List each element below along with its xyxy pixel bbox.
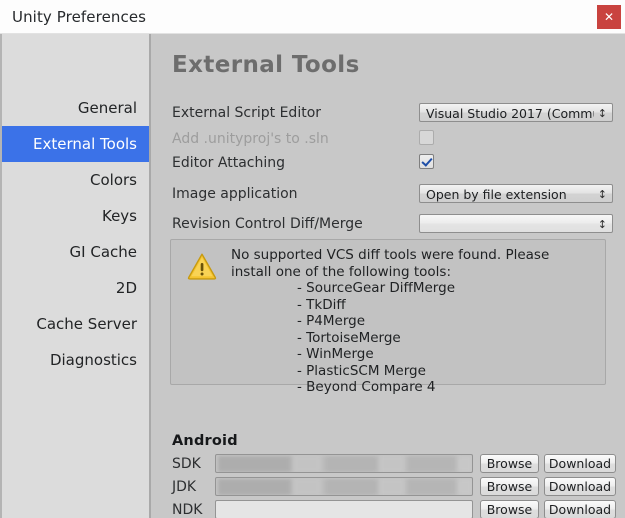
- dropdown-image-application-value: Open by file extension: [426, 187, 567, 202]
- updown-arrows-icon: ↕: [597, 107, 607, 120]
- row-android-jdk: JDK Browse Download: [151, 477, 625, 497]
- warning-line-2: install one of the following tools:: [231, 263, 451, 280]
- warning-line-1: No supported VCS diff tools were found. …: [231, 247, 550, 263]
- warning-tool-item: - PlasticSCM Merge: [297, 362, 426, 379]
- label-add-unityproj-to-sln: Add .unityproj's to .sln: [172, 131, 329, 147]
- input-android-ndk-path[interactable]: [215, 500, 473, 518]
- warning-tool-item: - TortoiseMerge: [297, 329, 401, 346]
- warning-tool-item: - TkDiff: [297, 296, 346, 313]
- preferences-content-pane: External Tools External Script Editor Vi…: [151, 34, 625, 518]
- warning-triangle-icon: [187, 253, 217, 280]
- field-row-external-script-editor: External Script Editor Visual Studio 201…: [151, 103, 625, 125]
- sidebar-item-external-tools[interactable]: External Tools: [2, 126, 149, 162]
- browse-button-ndk[interactable]: Browse: [480, 500, 539, 518]
- close-icon[interactable]: ✕: [597, 5, 621, 29]
- sidebar-item-gi-cache[interactable]: GI Cache: [2, 234, 149, 270]
- section-title-android: Android: [172, 433, 238, 449]
- input-android-sdk-path[interactable]: [215, 454, 473, 473]
- warning-tool-item: - SourceGear DiffMerge: [297, 280, 455, 296]
- dropdown-external-script-editor[interactable]: Visual Studio 2017 (Commu ↕: [419, 103, 613, 122]
- row-android-ndk: NDK Browse Download: [151, 500, 625, 518]
- window-title: Unity Preferences: [12, 8, 147, 26]
- download-button-sdk[interactable]: Download: [544, 454, 616, 473]
- input-android-jdk-path[interactable]: [215, 477, 473, 496]
- dropdown-external-script-editor-value: Visual Studio 2017 (Commu: [426, 106, 594, 121]
- label-android-ndk: NDK: [172, 502, 203, 518]
- warning-tool-item: - P4Merge: [297, 313, 366, 329]
- dropdown-revision-control-diff-merge[interactable]: ↕: [419, 214, 613, 233]
- updown-arrows-icon: ↕: [597, 188, 607, 201]
- sidebar-item-2d[interactable]: 2D: [2, 270, 149, 306]
- checkbox-editor-attaching[interactable]: [419, 154, 434, 169]
- vcs-warning-text: No supported VCS diff tools were found. …: [231, 247, 597, 396]
- title-bar: Unity Preferences ✕: [0, 0, 625, 34]
- browse-button-sdk[interactable]: Browse: [480, 454, 539, 473]
- label-android-jdk: JDK: [172, 479, 197, 495]
- sidebar-item-cache-server[interactable]: Cache Server: [2, 306, 149, 342]
- field-row-editor-attaching: Editor Attaching: [151, 153, 625, 175]
- download-button-jdk[interactable]: Download: [544, 477, 616, 496]
- sidebar-item-diagnostics[interactable]: Diagnostics: [2, 342, 149, 378]
- field-row-add-unityproj: Add .unityproj's to .sln: [151, 129, 625, 151]
- vcs-warning-box: No supported VCS diff tools were found. …: [170, 239, 606, 395]
- page-title: External Tools: [172, 52, 360, 78]
- window-body: General External Tools Colors Keys GI Ca…: [0, 34, 625, 518]
- unity-preferences-window: Unity Preferences ✕ General External Too…: [0, 0, 625, 518]
- field-row-image-application: Image application Open by file extension…: [151, 184, 625, 206]
- label-android-sdk: SDK: [172, 456, 201, 472]
- field-row-revision-control-diff-merge: Revision Control Diff/Merge ↕: [151, 214, 625, 236]
- label-editor-attaching: Editor Attaching: [172, 155, 285, 171]
- download-button-ndk[interactable]: Download: [544, 500, 616, 518]
- label-external-script-editor: External Script Editor: [172, 105, 322, 121]
- warning-tool-item: - Beyond Compare 4: [297, 379, 436, 395]
- sidebar-item-keys[interactable]: Keys: [2, 198, 149, 234]
- label-revision-control-diff-merge: Revision Control Diff/Merge: [172, 216, 363, 232]
- browse-button-jdk[interactable]: Browse: [480, 477, 539, 496]
- checkbox-add-unityproj-to-sln: [419, 130, 434, 145]
- dropdown-image-application[interactable]: Open by file extension ↕: [419, 184, 613, 203]
- sidebar-item-colors[interactable]: Colors: [2, 162, 149, 198]
- updown-arrows-icon: ↕: [597, 218, 607, 231]
- warning-tool-item: - WinMerge: [297, 346, 374, 362]
- row-android-sdk: SDK Browse Download: [151, 454, 625, 474]
- sidebar-item-general[interactable]: General: [2, 90, 149, 126]
- label-image-application: Image application: [172, 186, 298, 202]
- preferences-sidebar: General External Tools Colors Keys GI Ca…: [0, 34, 151, 518]
